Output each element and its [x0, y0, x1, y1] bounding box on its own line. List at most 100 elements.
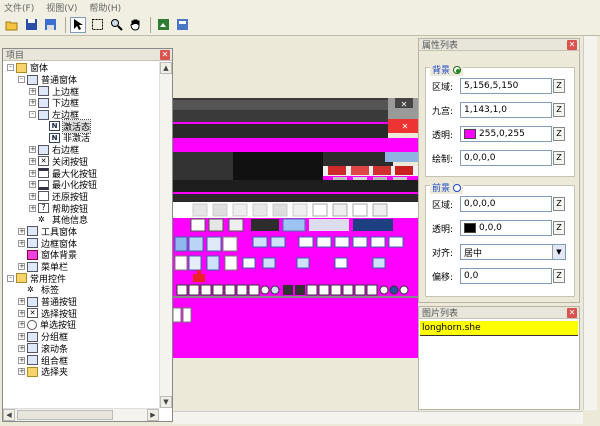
tree-node[interactable]: + 菜单栏 — [3, 261, 159, 273]
bg-transparent-swatch[interactable] — [464, 129, 476, 139]
tree-node[interactable]: + 还原按钮 — [3, 191, 159, 203]
tree-node[interactable]: ✲ 其他信息 — [3, 214, 159, 227]
bg-ninegrid-z-button[interactable]: Z — [553, 103, 565, 117]
fg-transparent-swatch[interactable] — [464, 223, 476, 233]
tree-node[interactable]: + 上边框 — [3, 85, 159, 98]
project-panel-header: 项目 ✕ — [3, 49, 172, 61]
menu-view[interactable]: 视图(V) — [46, 1, 77, 14]
bg-region-z-button[interactable]: Z — [553, 79, 565, 93]
expand-icon[interactable]: + — [29, 169, 36, 177]
tree-node[interactable]: N 非激活 — [3, 132, 159, 144]
expand-icon[interactable]: + — [18, 368, 25, 376]
fg-transparent-z-button[interactable]: Z — [553, 221, 565, 235]
save-as-icon[interactable] — [42, 17, 58, 33]
window-icon — [27, 296, 38, 307]
background-radio[interactable] — [453, 65, 462, 74]
fg-offset-input[interactable]: 0,0 — [460, 268, 552, 284]
canvas-vertical-scrollbar[interactable] — [583, 36, 597, 410]
hand-icon[interactable] — [127, 17, 143, 33]
bg-region-input[interactable]: 5,156,5,150 — [460, 78, 552, 94]
background-group-title: 背景 — [430, 63, 464, 76]
tree-node[interactable]: ✲ 标签 — [3, 284, 159, 297]
menu-bar: 文件(F) 视图(V) 帮助(H) — [0, 0, 600, 14]
close-icon[interactable]: ✕ — [160, 49, 170, 60]
open-icon[interactable] — [4, 17, 20, 33]
collapse-icon[interactable]: - — [29, 111, 36, 119]
bg-draw-z-button[interactable]: Z — [553, 151, 565, 165]
fg-region-z-button[interactable]: Z — [553, 197, 565, 211]
bg-ninegrid-row: 九宫: 1,143,1,0 Z — [432, 102, 565, 118]
expand-icon[interactable]: + — [29, 99, 36, 107]
expand-icon[interactable]: + — [29, 157, 36, 165]
tree-node[interactable]: + 组合框 — [3, 354, 159, 367]
tree-node[interactable]: + 分组框 — [3, 331, 159, 343]
tree-node[interactable]: - 左边框 — [3, 109, 159, 121]
expand-icon[interactable]: + — [29, 204, 36, 212]
scroll-left-icon[interactable]: ◀ — [3, 409, 15, 421]
tree-node[interactable]: - 窗体 — [3, 62, 159, 74]
canvas-horizontal-scrollbar[interactable] — [173, 411, 583, 424]
tree-node[interactable]: + ✕ 选择按钮 — [3, 307, 159, 320]
tree-node[interactable]: + 工具窗体 — [3, 226, 159, 238]
preview-icon[interactable] — [155, 17, 171, 33]
tree-node[interactable]: + 滚动条 — [3, 343, 159, 355]
tree-node[interactable]: + 右边框 — [3, 144, 159, 156]
bg-transparent-input[interactable]: 255,0,255 — [460, 126, 552, 142]
fg-offset-z-button[interactable]: Z — [553, 269, 565, 283]
fg-region-input[interactable]: 0,0,0,0 — [460, 196, 552, 212]
tree-node[interactable]: + 最小化按钮 — [3, 179, 159, 191]
collapse-icon[interactable]: - — [7, 64, 14, 72]
expand-icon[interactable]: + — [18, 344, 25, 352]
tree-node[interactable]: - 普通窗体 — [3, 74, 159, 86]
collapse-icon[interactable]: - — [18, 76, 25, 84]
tree-node[interactable]: + 单选按钮 — [3, 319, 159, 331]
tree-node[interactable]: + ✕ 关闭按钮 — [3, 156, 159, 168]
menu-help[interactable]: 帮助(H) — [89, 1, 121, 14]
tree-node[interactable]: + 最大化按钮 — [3, 167, 159, 180]
collapse-icon[interactable]: - — [7, 274, 14, 282]
foreground-radio[interactable] — [453, 183, 462, 192]
expand-icon[interactable]: + — [29, 181, 36, 189]
close-icon[interactable]: ✕ — [567, 307, 577, 318]
zoom-icon[interactable] — [108, 17, 124, 33]
tree-node[interactable]: 窗体背景 — [3, 249, 159, 261]
close-icon[interactable]: ✕ — [567, 39, 577, 50]
fg-align-select[interactable]: 居中 ▼ — [460, 244, 566, 260]
expand-icon[interactable]: + — [18, 239, 25, 247]
fg-transparent-input[interactable]: 0,0,0 — [460, 220, 552, 236]
export-icon[interactable] — [174, 17, 190, 33]
tree-vertical-scrollbar[interactable]: ▲ ▼ — [159, 62, 172, 408]
expand-icon[interactable]: + — [18, 263, 25, 271]
bg-transparent-z-button[interactable]: Z — [553, 127, 565, 141]
image-list-item[interactable]: longhorn.she — [420, 321, 578, 336]
expand-icon[interactable]: + — [18, 356, 25, 364]
expand-icon[interactable]: + — [18, 309, 25, 317]
expand-icon[interactable]: + — [18, 227, 25, 235]
chevron-down-icon[interactable]: ▼ — [552, 245, 565, 259]
tree-node[interactable]: + 普通按钮 — [3, 296, 159, 308]
expand-icon[interactable]: + — [29, 87, 36, 95]
menu-file[interactable]: 文件(F) — [4, 1, 34, 14]
tree-horizontal-scrollbar[interactable]: ◀ ▶ — [3, 408, 159, 421]
bg-ninegrid-input[interactable]: 1,143,1,0 — [460, 102, 552, 118]
tree-node[interactable]: + 下边框 — [3, 97, 159, 109]
marquee-icon[interactable] — [89, 17, 105, 33]
expand-icon[interactable]: + — [18, 321, 25, 329]
scroll-thumb[interactable] — [17, 410, 113, 420]
expand-icon[interactable]: + — [29, 192, 36, 200]
tree-node[interactable]: N 激活态 — [3, 118, 159, 134]
expand-icon[interactable]: + — [18, 333, 25, 341]
tree-node[interactable]: - 常用控件 — [3, 272, 159, 285]
expand-icon[interactable]: + — [18, 298, 25, 306]
design-canvas[interactable]: ✕ ✕ — [173, 36, 418, 422]
tree-node[interactable]: + 选择夹 — [3, 366, 159, 378]
tree-node[interactable]: +? 帮助按钮 — [3, 202, 159, 215]
scroll-right-icon[interactable]: ▶ — [147, 409, 159, 421]
tree-node[interactable]: + 边框窗体 — [3, 237, 159, 250]
scroll-up-icon[interactable]: ▲ — [160, 62, 172, 74]
scroll-down-icon[interactable]: ▼ — [160, 396, 172, 408]
bg-draw-input[interactable]: 0,0,0,0 — [460, 150, 552, 166]
save-icon[interactable] — [23, 17, 39, 33]
expand-icon[interactable]: + — [29, 146, 36, 154]
pointer-icon[interactable] — [70, 16, 86, 33]
